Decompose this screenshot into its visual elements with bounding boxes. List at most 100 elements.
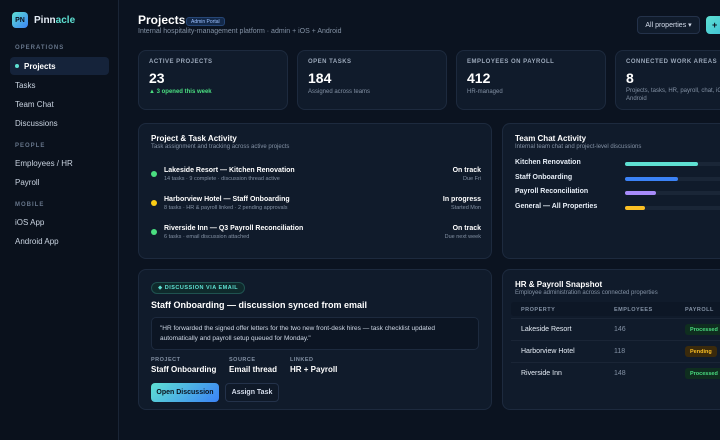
stat-note: Projects, tasks, HR, payroll, chat, iOS,…: [626, 88, 720, 102]
nav-section-operations: OPERATIONS: [15, 45, 65, 51]
card-subtitle: Employee administration across connected…: [515, 290, 658, 296]
stat-label: EMPLOYEES ON PAYROLL: [467, 59, 555, 65]
meta-label-source: SOURCE: [229, 357, 256, 363]
sidebar-item-ios-app[interactable]: iOS App: [10, 213, 109, 231]
page-title: Projects: [138, 13, 186, 27]
activity-row[interactable]: Riverside Inn — Q3 Payroll Reconciliatio…: [151, 225, 481, 245]
chat-bar-fill: [625, 162, 698, 166]
status-dot-icon: [151, 229, 157, 235]
status-dot-icon: [151, 171, 157, 177]
card-subtitle: Task assignment and tracking across acti…: [151, 144, 290, 150]
add-button[interactable]: +: [706, 16, 720, 34]
activity-title: Lakeside Resort — Kitchen Renovation: [164, 167, 295, 174]
stat-note: ▲ 3 opened this week: [149, 89, 212, 95]
activity-row[interactable]: Harborview Hotel — Staff Onboarding 8 ta…: [151, 196, 481, 216]
chat-label: General — All Properties: [515, 203, 598, 210]
sidebar-item-employees-hr[interactable]: Employees / HR: [10, 154, 109, 172]
meta-label-project: PROJECT: [151, 357, 181, 363]
activity-due: Started Mon: [451, 205, 481, 211]
admin-portal-badge: Admin Portal: [186, 17, 225, 26]
sidebar-item-team-chat[interactable]: Team Chat: [10, 95, 109, 113]
chat-bar-fill: [625, 191, 656, 195]
card-title: Team Chat Activity: [515, 134, 587, 143]
sidebar-item-projects[interactable]: Projects: [10, 57, 109, 75]
chat-row[interactable]: Kitchen Renovation: [515, 159, 720, 169]
activity-status: On track: [452, 225, 481, 232]
status-badge: Pending: [685, 346, 717, 357]
email-discussion-badge: ◆ DISCUSSION VIA EMAIL: [151, 282, 246, 294]
column-header-property: PROPERTY: [521, 307, 556, 313]
table-row[interactable]: Riverside Inn 148 Processed: [511, 362, 720, 384]
card-title: Project & Task Activity: [151, 134, 237, 143]
column-header-employees: EMPLOYEES: [614, 307, 653, 313]
stat-note: HR-managed: [467, 89, 503, 95]
stat-label: CONNECTED WORK AREAS: [626, 59, 718, 65]
chat-bar-fill: [625, 206, 645, 210]
cell-employees: 118: [614, 348, 626, 355]
activity-title: Harborview Hotel — Staff Onboarding: [164, 196, 290, 203]
property-filter-dropdown[interactable]: All properties ▾: [637, 16, 700, 34]
brand-name: Pinnacle: [34, 14, 76, 26]
chat-label: Payroll Reconciliation: [515, 188, 589, 195]
stat-value: 23: [149, 70, 165, 86]
active-dot-icon: [15, 64, 19, 68]
meta-value-source: Email thread: [229, 365, 278, 374]
team-chat-card: Team Chat Activity Internal team chat an…: [502, 123, 720, 259]
stat-label: ACTIVE PROJECTS: [149, 59, 213, 65]
nav-section-people: PEOPLE: [15, 143, 46, 149]
stat-card-connected-areas[interactable]: CONNECTED WORK AREAS 8 Projects, tasks, …: [615, 50, 720, 110]
discussion-quote: "HR forwarded the signed offer letters f…: [151, 317, 479, 350]
stat-value: 8: [626, 70, 634, 86]
stat-note: Assigned across teams: [308, 89, 371, 95]
payroll-snapshot-card: HR & Payroll Snapshot Employee administr…: [502, 269, 720, 410]
chat-bar-fill: [625, 177, 678, 181]
activity-status: In progress: [442, 196, 481, 203]
chat-bar-track: [625, 206, 720, 210]
sidebar-item-android-app[interactable]: Android App: [10, 232, 109, 250]
chat-row[interactable]: Payroll Reconciliation: [515, 188, 720, 198]
open-discussion-button[interactable]: Open Discussion: [151, 383, 219, 402]
activity-due: Due Fri: [462, 176, 481, 182]
cell-employees: 148: [614, 370, 626, 377]
chat-bar-track: [625, 191, 720, 195]
table-row[interactable]: Harborview Hotel 118 Pending: [511, 340, 720, 362]
status-badge: Processed: [685, 324, 720, 335]
cell-property: Lakeside Resort: [521, 326, 572, 333]
chat-bar-track: [625, 177, 720, 181]
brand-logo-icon: PN: [12, 12, 28, 28]
sidebar-item-tasks[interactable]: Tasks: [10, 76, 109, 94]
stat-card-open-tasks[interactable]: OPEN TASKS 184 Assigned across teams: [297, 50, 447, 110]
activity-status: On track: [452, 167, 481, 174]
discussion-title: Staff Onboarding — discussion synced fro…: [151, 300, 368, 310]
brand[interactable]: PN Pinnacle: [12, 12, 75, 28]
sidebar-item-payroll[interactable]: Payroll: [10, 173, 109, 191]
sidebar: PN Pinnacle OPERATIONS Projects Tasks Te…: [0, 0, 119, 440]
stat-value: 184: [308, 70, 332, 86]
cell-property: Riverside Inn: [521, 370, 562, 377]
chat-label: Kitchen Renovation: [515, 159, 581, 166]
page-subtitle: Internal hospitality-management platform…: [138, 28, 342, 35]
card-title: HR & Payroll Snapshot: [515, 280, 603, 289]
assign-task-button[interactable]: Assign Task: [225, 383, 279, 402]
sidebar-item-discussions[interactable]: Discussions: [10, 114, 109, 132]
column-header-payroll: PAYROLL: [685, 307, 714, 313]
stat-label: OPEN TASKS: [308, 59, 352, 65]
chat-row[interactable]: General — All Properties: [515, 203, 720, 213]
status-dot-icon: [151, 200, 157, 206]
meta-value-project: Staff Onboarding: [151, 365, 217, 374]
activity-meta: 6 tasks · email discussion attached: [164, 234, 250, 240]
activity-due: Due next week: [444, 234, 481, 240]
activity-meta: 14 tasks · 9 complete · discussion threa…: [164, 176, 280, 182]
stat-card-active-projects[interactable]: ACTIVE PROJECTS 23 ▲ 3 opened this week: [138, 50, 288, 110]
chat-label: Staff Onboarding: [515, 174, 573, 181]
activity-title: Riverside Inn — Q3 Payroll Reconciliatio…: [164, 225, 304, 232]
status-badge: Processed: [685, 368, 720, 379]
activity-row[interactable]: Lakeside Resort — Kitchen Renovation 14 …: [151, 167, 481, 187]
chat-row[interactable]: Staff Onboarding: [515, 174, 720, 184]
email-discussion-card: ◆ DISCUSSION VIA EMAIL Staff Onboarding …: [138, 269, 492, 410]
card-subtitle: Internal team chat and project-level dis…: [515, 144, 642, 150]
stat-card-employees-payroll[interactable]: EMPLOYEES ON PAYROLL 412 HR-managed: [456, 50, 606, 110]
meta-value-linked: HR + Payroll: [290, 365, 338, 374]
meta-label-linked: LINKED: [290, 357, 314, 363]
table-row[interactable]: Lakeside Resort 146 Processed: [511, 318, 720, 340]
